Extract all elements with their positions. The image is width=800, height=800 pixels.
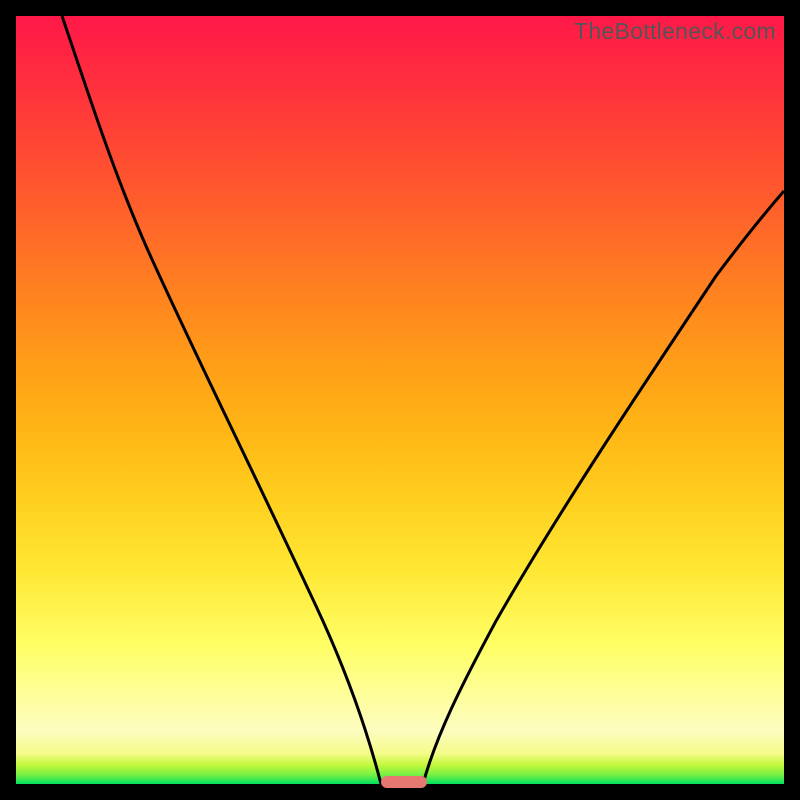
curve-left-branch: [62, 16, 381, 784]
bottleneck-curve: [16, 16, 784, 784]
curve-right-branch: [423, 191, 784, 784]
plot-area: TheBottleneck.com: [16, 16, 784, 784]
chart-frame: TheBottleneck.com: [0, 0, 800, 800]
optimal-marker: [381, 776, 427, 788]
